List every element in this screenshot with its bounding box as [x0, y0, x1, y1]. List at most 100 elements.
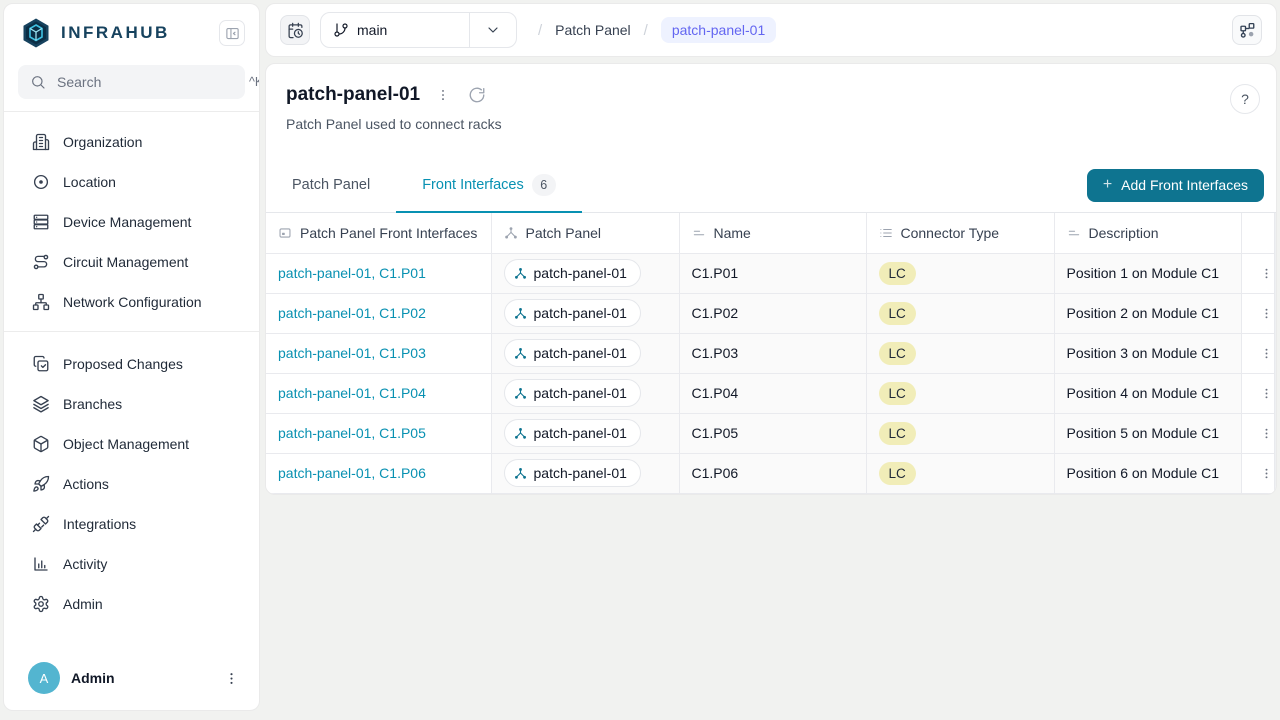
- sidebar-item-location[interactable]: Location: [4, 162, 259, 202]
- server-icon: [32, 213, 50, 231]
- row-actions-button[interactable]: [1254, 381, 1278, 406]
- user-menu[interactable]: A Admin: [4, 650, 259, 710]
- sidebar-item-label: Actions: [63, 476, 109, 492]
- sidebar-nav-primary: Organization Location Device Management …: [4, 112, 259, 331]
- spacer: [582, 158, 1087, 212]
- sidebar-item-actions[interactable]: Actions: [4, 464, 259, 504]
- refresh-icon: [468, 86, 486, 104]
- kebab-icon: [1260, 267, 1273, 280]
- rocket-icon: [32, 475, 50, 493]
- sidebar-item-customer-service[interactable]: Customer Service: [4, 322, 259, 331]
- sidebar-item-branches[interactable]: Branches: [4, 384, 259, 424]
- table-scrollbar-gutter[interactable]: [1275, 213, 1277, 494]
- column-header-label: Patch Panel Front Interfaces: [300, 225, 477, 241]
- interface-link[interactable]: patch-panel-01, C1.P03: [278, 345, 426, 361]
- description-cell: Position 3 on Module C1: [1054, 333, 1241, 373]
- interface-link[interactable]: patch-panel-01, C1.P02: [278, 305, 426, 321]
- layers-icon: [32, 395, 50, 413]
- sidebar-item-admin[interactable]: Admin: [4, 584, 259, 624]
- refresh-button[interactable]: [466, 84, 488, 106]
- panel-collapse-icon: [225, 26, 240, 41]
- patch-panel-pill[interactable]: patch-panel-01: [504, 379, 641, 407]
- branch-selector[interactable]: main: [320, 12, 517, 48]
- name-cell: C1.P06: [679, 453, 866, 493]
- interface-link[interactable]: patch-panel-01, C1.P06: [278, 465, 426, 481]
- add-front-interfaces-button[interactable]: + Add Front Interfaces: [1087, 169, 1264, 202]
- patch-panel-pill[interactable]: patch-panel-01: [504, 339, 641, 367]
- table-row[interactable]: patch-panel-01, C1.P01 patch-panel-01 C1…: [266, 253, 1274, 293]
- column-header-patch-panel[interactable]: Patch Panel: [491, 213, 679, 253]
- table-row[interactable]: patch-panel-01, C1.P04 patch-panel-01 C1…: [266, 373, 1274, 413]
- sidebar-item-object-management[interactable]: Object Management: [4, 424, 259, 464]
- connector-type-badge: LC: [879, 262, 916, 285]
- table-row[interactable]: patch-panel-01, C1.P05 patch-panel-01 C1…: [266, 413, 1274, 453]
- breadcrumb-item-current[interactable]: patch-panel-01: [661, 17, 776, 43]
- sidebar-item-network-configuration[interactable]: Network Configuration: [4, 282, 259, 322]
- title-menu-button[interactable]: [434, 86, 452, 104]
- column-header-name[interactable]: Name: [679, 213, 866, 253]
- tab-front-interfaces[interactable]: Front Interfaces 6: [396, 158, 582, 213]
- interfaces-table: Patch Panel Front Interfaces Patch Panel…: [266, 213, 1275, 494]
- topbar: main / Patch Panel / patch-panel-01: [265, 3, 1277, 57]
- hierarchy-icon: [514, 427, 527, 440]
- name-cell: C1.P04: [679, 373, 866, 413]
- sidebar-item-circuit-management[interactable]: Circuit Management: [4, 242, 259, 282]
- column-header-connector-type[interactable]: Connector Type: [866, 213, 1054, 253]
- question-mark-icon: ?: [1241, 91, 1249, 107]
- sidebar-item-device-management[interactable]: Device Management: [4, 202, 259, 242]
- search-input[interactable]: ^K: [18, 65, 245, 99]
- column-header-label: Description: [1089, 225, 1159, 241]
- tab-label: Front Interfaces: [422, 177, 524, 193]
- sidebar-collapse-button[interactable]: [219, 20, 245, 46]
- row-actions-button[interactable]: [1254, 421, 1278, 446]
- description-cell: Position 1 on Module C1: [1054, 253, 1241, 293]
- sidebar-item-activity[interactable]: Activity: [4, 544, 259, 584]
- schema-graph-button[interactable]: [1232, 15, 1262, 45]
- column-header-front-interfaces[interactable]: Patch Panel Front Interfaces: [266, 213, 491, 253]
- building-icon: [32, 133, 50, 151]
- kebab-icon: [1260, 427, 1273, 440]
- table-row[interactable]: patch-panel-01, C1.P02 patch-panel-01 C1…: [266, 293, 1274, 333]
- column-header-label: Patch Panel: [526, 225, 602, 241]
- kebab-icon: [1260, 347, 1273, 360]
- interface-link[interactable]: patch-panel-01, C1.P05: [278, 425, 426, 441]
- search-field[interactable]: [55, 73, 240, 91]
- table-row[interactable]: patch-panel-01, C1.P03 patch-panel-01 C1…: [266, 333, 1274, 373]
- patch-panel-pill[interactable]: patch-panel-01: [504, 419, 641, 447]
- git-branch-icon: [333, 22, 349, 38]
- breadcrumb-item-patch-panel[interactable]: Patch Panel: [555, 22, 631, 38]
- infrahub-logo-icon: [20, 17, 52, 49]
- kebab-icon: [1260, 467, 1273, 480]
- hierarchy-icon: [504, 226, 518, 240]
- help-button[interactable]: ?: [1230, 84, 1260, 114]
- workflow-icon: [1238, 21, 1256, 39]
- box-icon: [32, 435, 50, 453]
- column-header-description[interactable]: Description: [1054, 213, 1241, 253]
- sidebar-item-proposed-changes[interactable]: Proposed Changes: [4, 344, 259, 384]
- sidebar-item-integrations[interactable]: Integrations: [4, 504, 259, 544]
- row-actions-button[interactable]: [1254, 461, 1278, 486]
- chevron-down-icon: [470, 22, 516, 38]
- row-actions-button[interactable]: [1254, 301, 1278, 326]
- brand-name: INFRAHUB: [61, 23, 219, 43]
- table-header-row: Patch Panel Front Interfaces Patch Panel…: [266, 213, 1274, 253]
- name-cell: C1.P02: [679, 293, 866, 333]
- tab-label: Patch Panel: [292, 177, 370, 193]
- row-actions-button[interactable]: [1254, 341, 1278, 366]
- patch-panel-pill[interactable]: patch-panel-01: [504, 459, 641, 487]
- user-menu-button[interactable]: [220, 667, 243, 690]
- patch-panel-pill[interactable]: patch-panel-01: [504, 259, 641, 287]
- sidebar-nav-secondary: Proposed Changes Branches Object Managem…: [4, 332, 259, 630]
- table-row[interactable]: patch-panel-01, C1.P06 patch-panel-01 C1…: [266, 453, 1274, 493]
- pill-label: patch-panel-01: [534, 425, 627, 441]
- interface-link[interactable]: patch-panel-01, C1.P04: [278, 385, 426, 401]
- row-actions-button[interactable]: [1254, 261, 1278, 286]
- text-icon: [1067, 226, 1081, 240]
- tab-patch-panel[interactable]: Patch Panel: [266, 158, 396, 212]
- interface-link[interactable]: patch-panel-01, C1.P01: [278, 265, 426, 281]
- patch-panel-pill[interactable]: patch-panel-01: [504, 299, 641, 327]
- page-title: patch-panel-01: [286, 84, 420, 106]
- sidebar-item-organization[interactable]: Organization: [4, 122, 259, 162]
- page-subtitle: Patch Panel used to connect racks: [286, 116, 1256, 132]
- time-travel-button[interactable]: [280, 15, 310, 45]
